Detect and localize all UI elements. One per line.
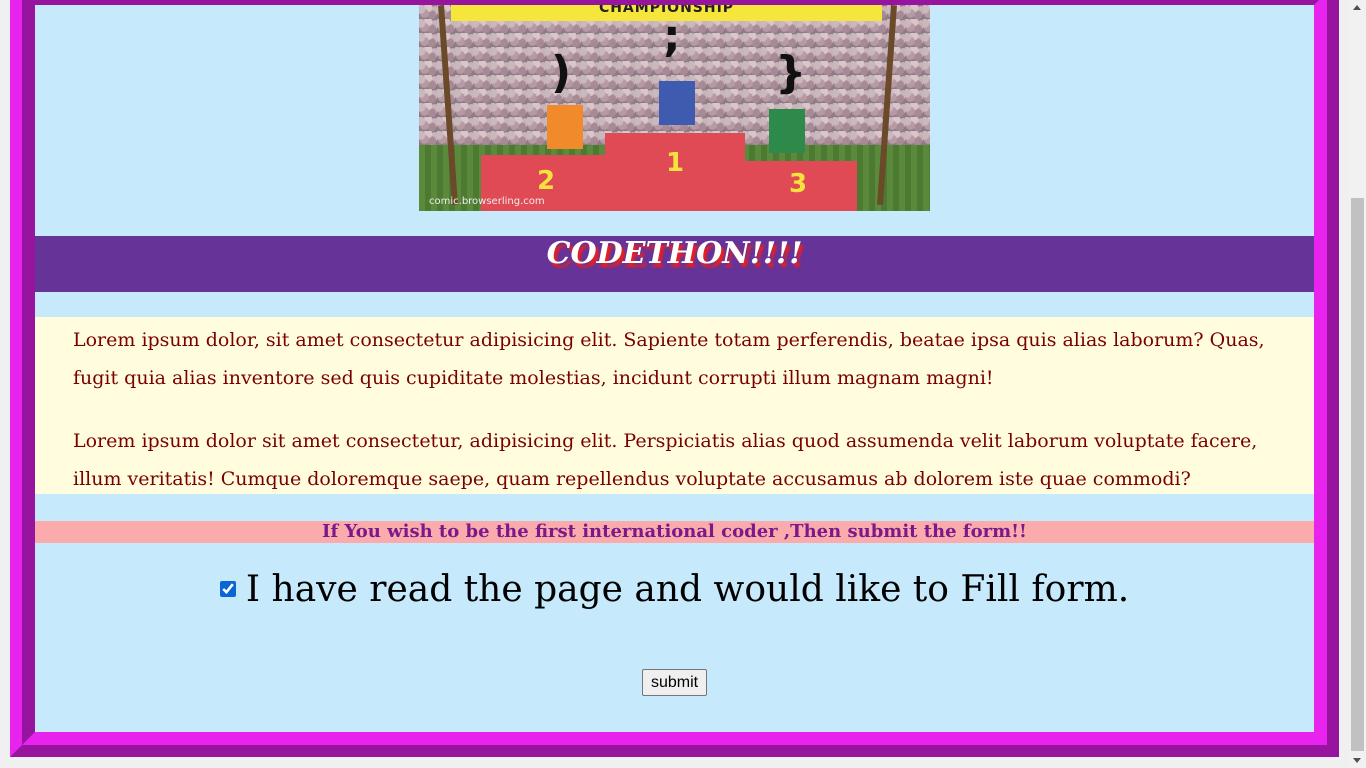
scroll-up-arrow-icon[interactable] <box>1353 5 1361 10</box>
submit-button[interactable]: submit <box>641 669 708 696</box>
agreement-row: I have read the page and would like to F… <box>35 567 1314 613</box>
comic-parenthesis-figure: ) <box>551 47 572 98</box>
intro-paragraph: Lorem ipsum dolor sit amet consectetur, … <box>73 430 1258 490</box>
comic-brace-figure: } <box>775 47 807 98</box>
podium-first-place: 1 <box>605 133 745 211</box>
agreement-checkbox[interactable] <box>219 581 236 597</box>
scroll-down-arrow-icon[interactable] <box>1353 758 1361 763</box>
page-frame: CHAMPIONSHIP ; ) } 1 2 3 comic.browserli… <box>10 0 1339 757</box>
scrollbar-thumb[interactable] <box>1351 198 1364 751</box>
intro-text-block: Lorem ipsum dolor, sit amet consectetur … <box>35 317 1314 494</box>
agreement-label[interactable]: I have read the page and would like to F… <box>246 569 1129 610</box>
comic-watermark: comic.browserling.com <box>429 196 545 207</box>
page-viewport: CHAMPIONSHIP ; ) } 1 2 3 comic.browserli… <box>0 0 1349 768</box>
comic-semicolon-figure: ; <box>663 11 681 62</box>
page-content: CHAMPIONSHIP ; ) } 1 2 3 comic.browserli… <box>35 5 1314 732</box>
championship-comic-image: CHAMPIONSHIP ; ) } 1 2 3 comic.browserli… <box>419 5 930 211</box>
vertical-scrollbar[interactable] <box>1349 0 1366 768</box>
comic-figure-body-third <box>769 109 805 153</box>
comic-figure-body-second <box>547 105 583 149</box>
submit-row: submit <box>35 669 1314 696</box>
intro-paragraph: Lorem ipsum dolor, sit amet consectetur … <box>73 329 1265 389</box>
podium-third-place: 3 <box>739 161 857 211</box>
call-to-action-banner: If You wish to be the first internationa… <box>35 521 1314 543</box>
heading-bar: CODETHON!!!! <box>35 236 1314 292</box>
comic-figure-body-first <box>659 81 695 125</box>
page-title: CODETHON!!!! <box>546 236 803 271</box>
